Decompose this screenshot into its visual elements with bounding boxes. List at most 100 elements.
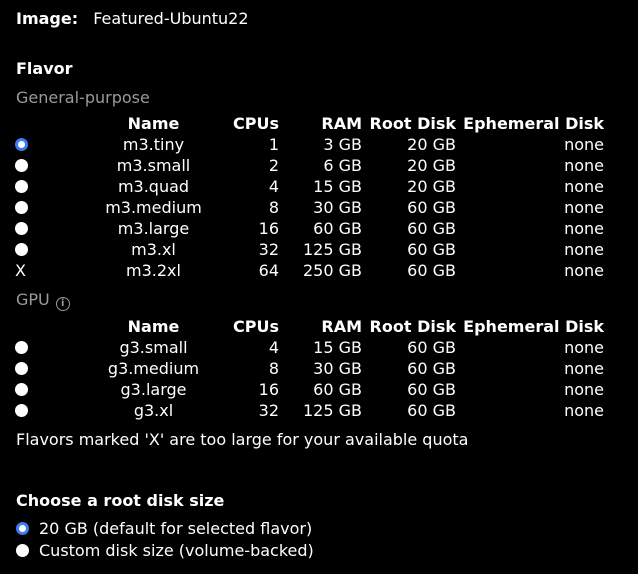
flavor-ephemeral-disk: none: [564, 401, 604, 420]
flavor-select-cell: [12, 155, 86, 176]
flavor-select-cell: [12, 358, 86, 379]
flavor-ephemeral-disk: none: [564, 240, 604, 259]
flavor-radio[interactable]: [15, 383, 28, 396]
quota-note: Flavors marked 'X' are too large for you…: [16, 430, 469, 449]
disk-option-default-radio[interactable]: [16, 522, 29, 535]
flavor-row-g3-large[interactable]: g3.large 16 60 GB 60 GB none: [12, 379, 604, 400]
flavor-radio[interactable]: [15, 341, 28, 354]
flavor-root-disk: 20 GB: [407, 156, 456, 175]
gpu-label: GPU: [16, 290, 50, 309]
flavor-select-cell: [12, 134, 86, 155]
flavor-ephemeral-disk: none: [564, 198, 604, 217]
general-purpose-flavor-table: Name CPUs RAM Root Disk Ephemeral Disk m…: [12, 113, 604, 281]
table-header-row: Name CPUs RAM Root Disk Ephemeral Disk: [12, 316, 604, 337]
flavor-select-cell: [12, 379, 86, 400]
header-cpus: CPUs: [233, 114, 279, 133]
flavor-cpus: 8: [268, 198, 279, 217]
flavor-radio[interactable]: [15, 138, 28, 151]
flavor-ram: 6 GB: [323, 156, 362, 175]
flavor-row-m3-2xl: Xm3.2xl 64 250 GB 60 GB none: [12, 260, 604, 281]
header-cpus: CPUs: [233, 317, 279, 336]
flavor-cpus: 1: [268, 135, 279, 154]
flavor-ephemeral-disk: none: [564, 177, 604, 196]
flavor-cpus: 16: [258, 380, 279, 399]
disk-option-default[interactable]: 20 GB (default for selected flavor): [16, 519, 312, 539]
flavor-cpus: 64: [258, 261, 279, 280]
flavor-ram: 125 GB: [303, 401, 362, 420]
flavor-ram: 30 GB: [313, 198, 362, 217]
flavor-ram: 30 GB: [313, 359, 362, 378]
header-root-disk: Root Disk: [369, 114, 456, 133]
image-value: Featured-Ubuntu22: [93, 9, 249, 28]
flavor-radio[interactable]: [15, 201, 28, 214]
root-disk-heading: Choose a root disk size: [16, 491, 225, 510]
flavor-select-cell: [12, 197, 86, 218]
quota-exceeded-mark: X: [15, 261, 26, 280]
flavor-ram: 60 GB: [313, 380, 362, 399]
flavor-radio[interactable]: [15, 180, 28, 193]
flavor-ephemeral-disk: none: [564, 261, 604, 280]
flavor-root-disk: 60 GB: [407, 338, 456, 357]
flavor-row-m3-small[interactable]: m3.small 2 6 GB 20 GB none: [12, 155, 604, 176]
image-label: Image:: [16, 9, 79, 28]
flavor-name: m3.large: [117, 219, 190, 238]
flavor-root-disk: 60 GB: [407, 240, 456, 259]
image-line: Image: Featured-Ubuntu22: [16, 9, 249, 29]
flavor-radio[interactable]: [15, 243, 28, 256]
disk-option-custom-radio[interactable]: [16, 544, 29, 557]
flavor-name: g3.large: [120, 380, 187, 399]
flavor-ephemeral-disk: none: [564, 338, 604, 357]
flavor-name: m3.2xl: [126, 261, 181, 280]
header-select: [12, 113, 86, 134]
flavor-ephemeral-disk: none: [564, 135, 604, 154]
header-select: [12, 316, 86, 337]
flavor-radio[interactable]: [15, 222, 28, 235]
info-circle-icon[interactable]: i: [55, 297, 70, 311]
flavor-select-cell: [12, 400, 86, 421]
header-root-disk: Root Disk: [369, 317, 456, 336]
flavor-row-m3-quad[interactable]: m3.quad 4 15 GB 20 GB none: [12, 176, 604, 197]
flavor-root-disk: 60 GB: [407, 198, 456, 217]
flavor-select-cell: [12, 239, 86, 260]
flavor-row-g3-medium[interactable]: g3.medium 8 30 GB 60 GB none: [12, 358, 604, 379]
flavor-ram: 15 GB: [313, 338, 362, 357]
flavor-root-disk: 60 GB: [407, 261, 456, 280]
flavor-ephemeral-disk: none: [564, 219, 604, 238]
flavor-ram: 3 GB: [323, 135, 362, 154]
flavor-name: g3.small: [119, 338, 188, 357]
flavor-row-m3-tiny[interactable]: m3.tiny 1 3 GB 20 GB none: [12, 134, 604, 155]
header-ram: RAM: [321, 317, 362, 336]
flavor-ephemeral-disk: none: [564, 359, 604, 378]
table-header-row: Name CPUs RAM Root Disk Ephemeral Disk: [12, 113, 604, 134]
flavor-name: g3.medium: [107, 359, 200, 378]
flavor-root-disk: 60 GB: [407, 380, 456, 399]
flavor-cpus: 8: [268, 359, 279, 378]
flavor-row-g3-small[interactable]: g3.small 4 15 GB 60 GB none: [12, 337, 604, 358]
flavor-ephemeral-disk: none: [564, 380, 604, 399]
flavor-root-disk: 60 GB: [407, 401, 456, 420]
flavor-cpus: 16: [258, 219, 279, 238]
flavor-row-m3-medium[interactable]: m3.medium 8 30 GB 60 GB none: [12, 197, 604, 218]
flavor-row-g3-xl[interactable]: g3.xl 32 125 GB 60 GB none: [12, 400, 604, 421]
flavor-row-m3-xl[interactable]: m3.xl 32 125 GB 60 GB none: [12, 239, 604, 260]
flavor-heading: Flavor: [16, 59, 73, 78]
flavor-cpus: 32: [258, 401, 279, 420]
flavor-root-disk: 20 GB: [407, 177, 456, 196]
flavor-row-m3-large[interactable]: m3.large 16 60 GB 60 GB none: [12, 218, 604, 239]
flavor-ram: 60 GB: [313, 219, 362, 238]
flavor-cpus: 4: [268, 338, 279, 357]
flavor-ram: 250 GB: [303, 261, 362, 280]
flavor-radio[interactable]: [15, 404, 28, 417]
flavor-name: m3.xl: [131, 240, 176, 259]
flavor-root-disk: 20 GB: [407, 135, 456, 154]
flavor-radio[interactable]: [15, 362, 28, 375]
disk-option-default-label: 20 GB (default for selected flavor): [39, 519, 313, 538]
gpu-flavor-table: Name CPUs RAM Root Disk Ephemeral Disk g…: [12, 316, 604, 421]
flavor-name: m3.quad: [117, 177, 190, 196]
flavor-select-cell: [12, 218, 86, 239]
gpu-label-row: GPU i: [16, 290, 70, 311]
header-ephemeral-disk: Ephemeral Disk: [463, 114, 604, 133]
flavor-ram: 15 GB: [313, 177, 362, 196]
flavor-radio[interactable]: [15, 159, 28, 172]
disk-option-custom[interactable]: Custom disk size (volume-backed): [16, 541, 314, 561]
